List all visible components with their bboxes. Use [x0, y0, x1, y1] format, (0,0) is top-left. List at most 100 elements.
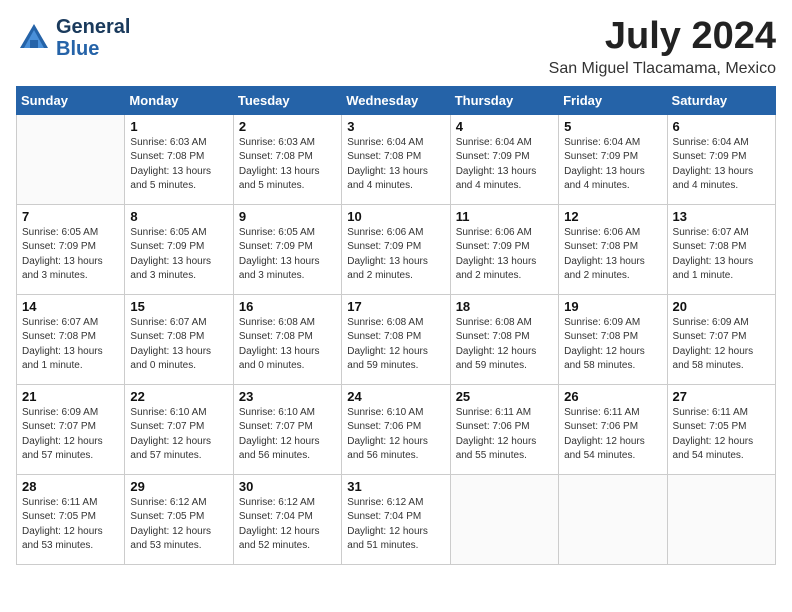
day-info: Sunrise: 6:10 AM Sunset: 7:06 PM Dayligh… — [347, 406, 444, 464]
day-number: 6 — [673, 119, 770, 134]
calendar-cell: 17 Sunrise: 6:08 AM Sunset: 7:08 PM Dayli… — [342, 294, 450, 384]
calendar-cell: 16 Sunrise: 6:08 AM Sunset: 7:08 PM Dayli… — [233, 294, 341, 384]
calendar-week-1: 1 Sunrise: 6:03 AM Sunset: 7:08 PM Daylig… — [17, 114, 776, 204]
day-number: 29 — [130, 479, 227, 494]
day-number: 9 — [239, 209, 336, 224]
day-number: 19 — [564, 299, 661, 314]
weekday-thursday: Thursday — [450, 86, 558, 114]
day-info: Sunrise: 6:08 AM Sunset: 7:08 PM Dayligh… — [347, 316, 444, 374]
day-info: Sunrise: 6:12 AM Sunset: 7:04 PM Dayligh… — [347, 496, 444, 554]
title-block: July 2024 San Miguel Tlacamama, Mexico — [549, 16, 776, 78]
day-info: Sunrise: 6:04 AM Sunset: 7:09 PM Dayligh… — [564, 136, 661, 194]
day-info: Sunrise: 6:04 AM Sunset: 7:09 PM Dayligh… — [673, 136, 770, 194]
calendar-cell: 15 Sunrise: 6:07 AM Sunset: 7:08 PM Dayli… — [125, 294, 233, 384]
day-info: Sunrise: 6:08 AM Sunset: 7:08 PM Dayligh… — [239, 316, 336, 374]
day-info: Sunrise: 6:05 AM Sunset: 7:09 PM Dayligh… — [130, 226, 227, 284]
day-number: 1 — [130, 119, 227, 134]
calendar-cell: 27 Sunrise: 6:11 AM Sunset: 7:05 PM Dayli… — [667, 384, 775, 474]
logo-icon — [16, 20, 52, 56]
day-number: 18 — [456, 299, 553, 314]
calendar-cell: 4 Sunrise: 6:04 AM Sunset: 7:09 PM Daylig… — [450, 114, 558, 204]
calendar-cell: 11 Sunrise: 6:06 AM Sunset: 7:09 PM Dayli… — [450, 204, 558, 294]
calendar-cell: 20Sunrise: 6:09 AM Sunset: 7:07 PM Dayli… — [667, 294, 775, 384]
weekday-friday: Friday — [559, 86, 667, 114]
calendar-cell — [667, 474, 775, 564]
day-info: Sunrise: 6:11 AM Sunset: 7:05 PM Dayligh… — [22, 496, 119, 554]
calendar-cell: 2 Sunrise: 6:03 AM Sunset: 7:08 PM Daylig… — [233, 114, 341, 204]
calendar-week-2: 7 Sunrise: 6:05 AM Sunset: 7:09 PM Daylig… — [17, 204, 776, 294]
page-header: General Blue July 2024 San Miguel Tlacam… — [16, 16, 776, 78]
calendar-cell: 12 Sunrise: 6:06 AM Sunset: 7:08 PM Dayli… — [559, 204, 667, 294]
day-number: 8 — [130, 209, 227, 224]
weekday-wednesday: Wednesday — [342, 86, 450, 114]
day-number: 21 — [22, 389, 119, 404]
day-info: Sunrise: 6:06 AM Sunset: 7:08 PM Dayligh… — [564, 226, 661, 284]
day-info: Sunrise: 6:03 AM Sunset: 7:08 PM Dayligh… — [239, 136, 336, 194]
calendar-cell: 23 Sunrise: 6:10 AM Sunset: 7:07 PM Dayli… — [233, 384, 341, 474]
day-number: 17 — [347, 299, 444, 314]
day-number: 4 — [456, 119, 553, 134]
weekday-sunday: Sunday — [17, 86, 125, 114]
day-info: Sunrise: 6:10 AM Sunset: 7:07 PM Dayligh… — [130, 406, 227, 464]
day-number: 15 — [130, 299, 227, 314]
calendar-week-5: 28Sunrise: 6:11 AM Sunset: 7:05 PM Dayli… — [17, 474, 776, 564]
calendar-week-3: 14 Sunrise: 6:07 AM Sunset: 7:08 PM Dayli… — [17, 294, 776, 384]
day-number: 13 — [673, 209, 770, 224]
day-number: 12 — [564, 209, 661, 224]
calendar-cell: 21 Sunrise: 6:09 AM Sunset: 7:07 PM Dayli… — [17, 384, 125, 474]
day-number: 7 — [22, 209, 119, 224]
day-info: Sunrise: 6:07 AM Sunset: 7:08 PM Dayligh… — [130, 316, 227, 374]
calendar-cell: 18 Sunrise: 6:08 AM Sunset: 7:08 PM Dayli… — [450, 294, 558, 384]
calendar-cell: 8 Sunrise: 6:05 AM Sunset: 7:09 PM Daylig… — [125, 204, 233, 294]
calendar-cell: 13 Sunrise: 6:07 AM Sunset: 7:08 PM Dayli… — [667, 204, 775, 294]
day-number: 3 — [347, 119, 444, 134]
calendar-week-4: 21 Sunrise: 6:09 AM Sunset: 7:07 PM Dayli… — [17, 384, 776, 474]
day-info: Sunrise: 6:07 AM Sunset: 7:08 PM Dayligh… — [673, 226, 770, 284]
calendar-cell: 28Sunrise: 6:11 AM Sunset: 7:05 PM Dayli… — [17, 474, 125, 564]
day-number: 11 — [456, 209, 553, 224]
month-title: July 2024 — [549, 16, 776, 58]
calendar-cell: 7 Sunrise: 6:05 AM Sunset: 7:09 PM Daylig… — [17, 204, 125, 294]
location: San Miguel Tlacamama, Mexico — [549, 60, 776, 78]
day-info: Sunrise: 6:11 AM Sunset: 7:05 PM Dayligh… — [673, 406, 770, 464]
day-number: 14 — [22, 299, 119, 314]
day-info: Sunrise: 6:06 AM Sunset: 7:09 PM Dayligh… — [347, 226, 444, 284]
logo-text: General Blue — [56, 16, 130, 60]
calendar-cell: 10 Sunrise: 6:06 AM Sunset: 7:09 PM Dayli… — [342, 204, 450, 294]
day-number: 23 — [239, 389, 336, 404]
day-number: 20 — [673, 299, 770, 314]
day-number: 27 — [673, 389, 770, 404]
calendar-cell: 24Sunrise: 6:10 AM Sunset: 7:06 PM Dayli… — [342, 384, 450, 474]
day-number: 31 — [347, 479, 444, 494]
calendar-cell — [450, 474, 558, 564]
logo: General Blue — [16, 16, 130, 60]
day-number: 22 — [130, 389, 227, 404]
day-info: Sunrise: 6:08 AM Sunset: 7:08 PM Dayligh… — [456, 316, 553, 374]
day-number: 2 — [239, 119, 336, 134]
day-number: 5 — [564, 119, 661, 134]
day-info: Sunrise: 6:05 AM Sunset: 7:09 PM Dayligh… — [239, 226, 336, 284]
calendar-cell: 6 Sunrise: 6:04 AM Sunset: 7:09 PM Daylig… — [667, 114, 775, 204]
calendar-cell — [17, 114, 125, 204]
day-info: Sunrise: 6:04 AM Sunset: 7:09 PM Dayligh… — [456, 136, 553, 194]
day-info: Sunrise: 6:06 AM Sunset: 7:09 PM Dayligh… — [456, 226, 553, 284]
day-number: 16 — [239, 299, 336, 314]
day-info: Sunrise: 6:11 AM Sunset: 7:06 PM Dayligh… — [456, 406, 553, 464]
day-number: 25 — [456, 389, 553, 404]
day-info: Sunrise: 6:12 AM Sunset: 7:04 PM Dayligh… — [239, 496, 336, 554]
calendar-cell: 26 Sunrise: 6:11 AM Sunset: 7:06 PM Dayli… — [559, 384, 667, 474]
day-info: Sunrise: 6:09 AM Sunset: 7:07 PM Dayligh… — [22, 406, 119, 464]
day-info: Sunrise: 6:05 AM Sunset: 7:09 PM Dayligh… — [22, 226, 119, 284]
day-info: Sunrise: 6:11 AM Sunset: 7:06 PM Dayligh… — [564, 406, 661, 464]
day-info: Sunrise: 6:10 AM Sunset: 7:07 PM Dayligh… — [239, 406, 336, 464]
calendar-cell: 25 Sunrise: 6:11 AM Sunset: 7:06 PM Dayli… — [450, 384, 558, 474]
weekday-header-row: SundayMondayTuesdayWednesdayThursdayFrid… — [17, 86, 776, 114]
day-info: Sunrise: 6:09 AM Sunset: 7:08 PM Dayligh… — [564, 316, 661, 374]
day-info: Sunrise: 6:03 AM Sunset: 7:08 PM Dayligh… — [130, 136, 227, 194]
day-info: Sunrise: 6:04 AM Sunset: 7:08 PM Dayligh… — [347, 136, 444, 194]
calendar-cell: 19 Sunrise: 6:09 AM Sunset: 7:08 PM Dayli… — [559, 294, 667, 384]
day-number: 26 — [564, 389, 661, 404]
day-number: 10 — [347, 209, 444, 224]
calendar-cell: 5 Sunrise: 6:04 AM Sunset: 7:09 PM Daylig… — [559, 114, 667, 204]
calendar-cell — [559, 474, 667, 564]
